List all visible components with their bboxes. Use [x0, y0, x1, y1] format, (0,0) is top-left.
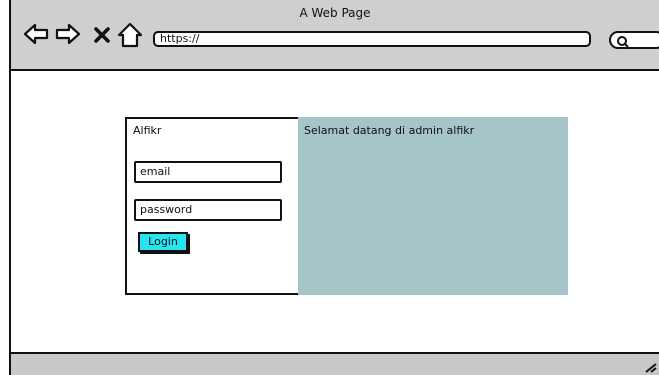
password-field[interactable]: password — [134, 199, 282, 221]
resize-handle-icon[interactable] — [643, 361, 657, 373]
home-icon[interactable] — [117, 22, 143, 48]
forward-arrow-icon[interactable] — [55, 22, 81, 46]
window-title: A Web Page — [299, 6, 371, 20]
url-field[interactable]: https:// — [153, 31, 591, 47]
welcome-message: Selamat datang di admin alfikr — [304, 124, 475, 137]
login-panel: Alfikr email password Login — [125, 117, 308, 295]
search-field[interactable] — [609, 31, 659, 49]
welcome-panel: Selamat datang di admin alfikr — [298, 117, 568, 295]
browser-window: A Web Page https:// Alfikr email passwor… — [9, 0, 659, 375]
back-arrow-icon[interactable] — [23, 22, 49, 46]
status-bar — [11, 352, 659, 375]
login-button[interactable]: Login — [138, 232, 188, 252]
close-icon[interactable] — [93, 26, 111, 44]
search-icon — [617, 36, 629, 48]
browser-toolbar: A Web Page https:// — [11, 0, 659, 71]
email-field[interactable]: email — [134, 161, 282, 183]
app-name: Alfikr — [133, 124, 162, 137]
